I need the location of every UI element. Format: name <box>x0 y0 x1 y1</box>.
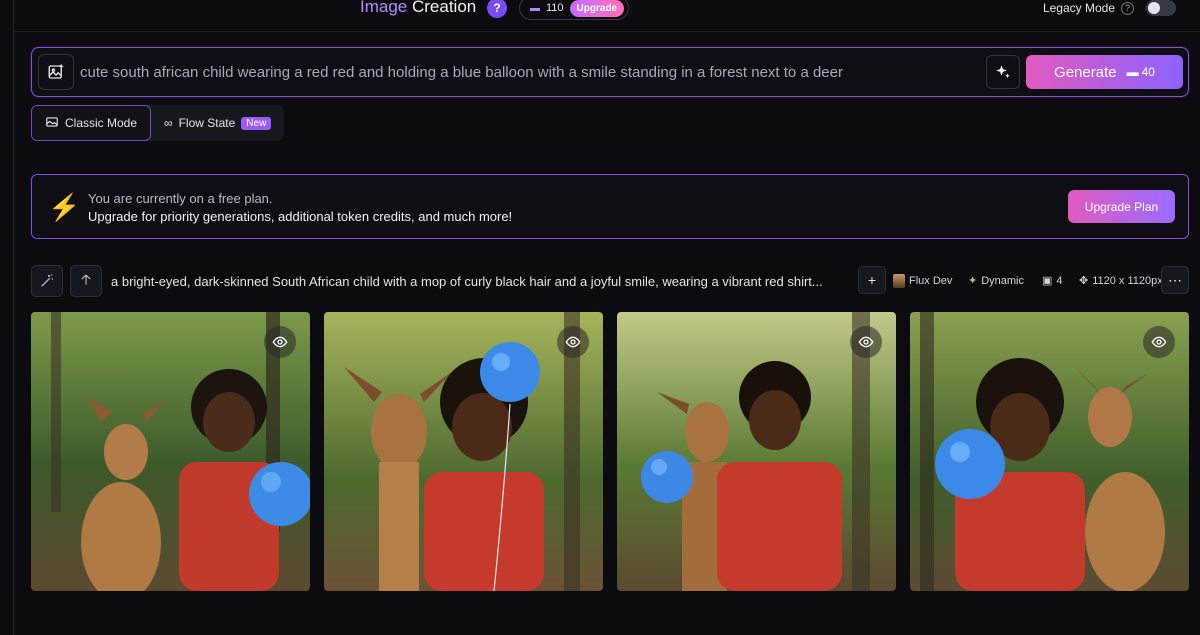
image-3-art <box>617 312 896 591</box>
plus-icon[interactable]: + <box>858 266 886 294</box>
magic-wand-icon[interactable] <box>31 265 63 297</box>
generated-image[interactable] <box>324 312 603 591</box>
generate-cost-value: 40 <box>1141 65 1155 79</box>
arrow-up-icon[interactable]: 🡡 <box>70 265 102 297</box>
title-rest: Creation <box>411 0 477 16</box>
generated-image[interactable] <box>31 312 310 591</box>
new-badge: New <box>241 116 272 130</box>
generate-cost: ▬ 40 <box>1127 65 1155 79</box>
sparkles-icon[interactable] <box>986 55 1020 89</box>
lightning-icon: ⚡ <box>48 192 81 222</box>
move-icon: ✥ <box>1079 275 1089 287</box>
tab-flow-state[interactable]: ∞ Flow State New <box>151 105 284 141</box>
generated-image[interactable] <box>910 312 1189 591</box>
top-header: Image Creation ? ▬ 110 Upgrade Legacy Mo… <box>14 0 1200 32</box>
images-icon: ▣ <box>1042 275 1053 287</box>
eye-icon[interactable] <box>264 326 296 358</box>
legacy-mode-text: Legacy Mode <box>1042 1 1115 15</box>
legacy-mode-toggle[interactable] <box>1146 0 1176 16</box>
image-plus-icon[interactable] <box>38 54 74 90</box>
plan-status-text: You are currently on a free plan. <box>88 191 273 206</box>
image-1-art <box>31 312 310 591</box>
infinity-icon: ∞ <box>164 116 173 130</box>
tab-label: Flow State <box>178 116 236 130</box>
tab-classic-mode[interactable]: Classic Mode <box>31 105 152 141</box>
style-info: ✦ Dynamic <box>968 274 1025 288</box>
image-count: 4 <box>1056 274 1063 287</box>
upgrade-benefits-text: Upgrade for priority generations, additi… <box>88 209 513 224</box>
eye-icon[interactable] <box>557 326 589 358</box>
token-count: 110 <box>546 2 564 14</box>
left-rail <box>0 0 14 635</box>
token-icon: ▬ <box>1126 65 1139 79</box>
upgrade-plan-button[interactable]: Upgrade Plan <box>1068 190 1175 223</box>
size-info: ✥ 1120 x 1120px <box>1079 274 1163 288</box>
page-title: Image Creation <box>360 0 476 17</box>
more-icon[interactable]: ⋯ <box>1161 266 1189 294</box>
image-count-info: ▣ 4 <box>1042 274 1063 288</box>
generated-image[interactable] <box>617 312 896 591</box>
eye-icon[interactable] <box>850 326 882 358</box>
toggle-knob <box>1148 2 1160 14</box>
image-grid <box>31 312 1189 591</box>
prompt-bar: cute south african child wearing a red r… <box>31 47 1189 97</box>
image-2-art <box>324 312 603 591</box>
legacy-mode-label: Legacy Mode ? <box>1043 1 1134 15</box>
generation-prompt: a bright-eyed, dark-skinned South Africa… <box>111 274 823 289</box>
gallery-icon <box>45 115 59 132</box>
generation-toolbar: 🡡 a bright-eyed, dark-skinned South Afri… <box>31 265 1189 299</box>
token-balance[interactable]: ▬ 110 Upgrade <box>519 0 630 20</box>
image-size: 1120 x 1120px <box>1092 274 1163 287</box>
help-icon[interactable]: ? <box>487 0 507 18</box>
mode-tabs: Classic Mode ∞ Flow State New <box>31 105 285 141</box>
brush-icon: ✦ <box>968 275 978 287</box>
model-name: Flux Dev <box>909 275 953 287</box>
title-accent: Image <box>360 0 408 16</box>
prompt-input[interactable]: cute south african child wearing a red r… <box>80 64 843 81</box>
image-4-art <box>910 312 1189 591</box>
style-name: Dynamic <box>981 274 1025 287</box>
tab-label: Classic Mode <box>65 116 138 130</box>
generate-button[interactable]: Generate ▬ 40 <box>1026 55 1183 89</box>
token-icon: ▬ <box>530 2 540 14</box>
generate-label: Generate <box>1054 63 1117 81</box>
model-avatar-icon <box>893 274 905 288</box>
upgrade-banner: ⚡ You are currently on a free plan. Upgr… <box>31 174 1189 239</box>
model-info: Flux Dev <box>893 274 952 288</box>
upgrade-chip[interactable]: Upgrade <box>569 0 625 17</box>
question-icon[interactable]: ? <box>1121 1 1134 15</box>
eye-icon[interactable] <box>1143 326 1175 358</box>
